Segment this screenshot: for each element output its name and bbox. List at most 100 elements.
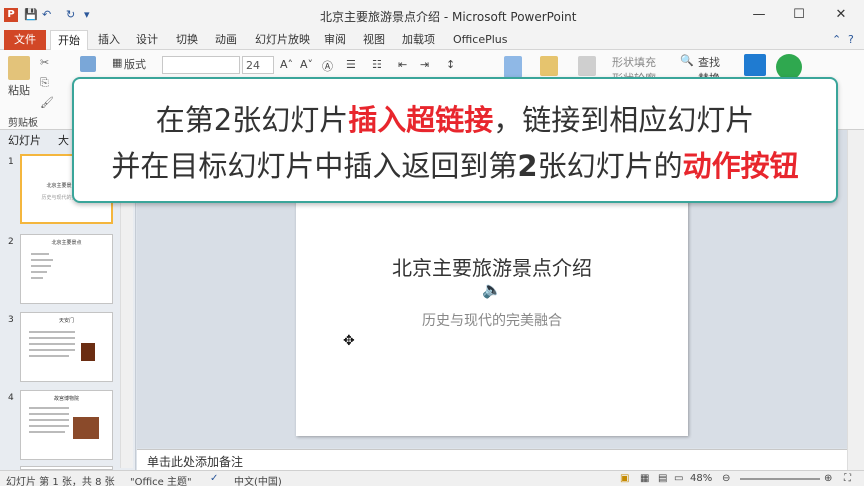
font-name-select[interactable] [162,56,240,74]
shapes-icon[interactable] [504,56,522,78]
close-button[interactable]: ✕ [832,6,850,24]
slide-thumbnail-3[interactable]: 天安门 [20,312,113,382]
thumb-text-line [29,355,69,357]
clear-format-icon[interactable]: Ⓐ [322,58,333,74]
font-size-value: 24 [246,59,260,72]
status-bar: 幻灯片 第 1 张，共 8 张 "Office 主题" ✓ 中文(中国) ▣ ▦… [0,470,864,486]
thumb-title: 北京主要景点 [51,240,82,246]
arrange-icon[interactable] [540,56,558,76]
spellcheck-icon[interactable]: ✓ [210,473,218,484]
thumb-text-line [29,419,69,421]
slide-number: 3 [8,315,14,325]
thumb-image [73,417,99,439]
layout-dropdown[interactable]: 版式 [124,56,146,72]
tab-transitions[interactable]: 切换 [176,32,198,48]
thumb-bullet-line [31,259,53,261]
callout-text: 并在目标幻灯片中插入返回到第 [111,149,518,183]
shrink-font-icon[interactable]: A˅ [300,58,313,71]
tab-addins[interactable]: 加载项 [402,32,435,48]
callout-number: 2 [517,149,538,183]
tab-insert[interactable]: 插入 [98,32,120,48]
new-slide-icon[interactable] [80,56,96,72]
zoom-in-icon[interactable]: ⊕ [824,473,832,484]
speaker-icon[interactable]: 🔈 [482,280,502,299]
layout-icon[interactable]: ▦ [112,56,122,69]
slide-thumbnail-4[interactable]: 故宫博物院 [20,390,113,460]
decrease-indent-icon[interactable]: ⇤ [398,58,407,71]
officeplus-icon[interactable] [744,54,766,76]
clipboard-group-label: 剪贴板 [8,118,38,129]
tab-file[interactable]: 文件 [4,30,46,50]
slide-sorter-icon[interactable]: ▦ [640,473,649,484]
increase-indent-icon[interactable]: ⇥ [420,58,429,71]
tab-animations[interactable]: 动画 [215,32,237,48]
thumb-text-line [29,343,75,345]
thumb-text-line [29,425,69,427]
notes-pane[interactable]: 单击此处添加备注 [137,449,847,470]
save-icon[interactable]: 💾 [24,8,38,21]
grow-font-icon[interactable]: A˄ [280,58,293,71]
zoom-level[interactable]: 48% [690,473,712,484]
thumb-bullet-line [31,277,43,279]
current-slide[interactable]: 北京主要旅游景点介绍 🔈 历史与现代的完美融合 [296,190,688,436]
slide-title[interactable]: 北京主要旅游景点介绍 [296,252,688,281]
zoom-slider[interactable] [740,478,820,480]
notes-placeholder[interactable]: 单击此处添加备注 [147,453,243,470]
slide-number: 4 [8,393,14,403]
tab-slides[interactable]: 幻灯片 [8,132,41,148]
minimize-button[interactable]: — [750,6,768,24]
find-icon[interactable]: 🔍 [680,54,694,67]
callout-line-2: 并在目标幻灯片中插入返回到第2张幻灯片的动作按钮 [74,143,836,185]
slide-number: 1 [8,157,14,167]
maximize-button[interactable]: ☐ [790,6,808,24]
font-size-select[interactable]: 24 [242,56,274,74]
callout-line-1: 在第2张幻灯片插入超链接，链接到相应幻灯片 [74,97,836,139]
title-bar: P 💾 ↶ ↻ ▾ 北京主要旅游景点介绍 - Microsoft PowerPo… [0,0,864,30]
normal-view-icon[interactable]: ▣ [620,473,629,484]
callout-text: 张幻灯片的 [537,149,683,183]
powerpoint-app-icon[interactable]: P [4,8,18,22]
tab-design[interactable]: 设计 [136,32,158,48]
line-spacing-icon[interactable]: ↕ [446,58,455,71]
callout-text: 在第2张幻灯片 [155,103,349,137]
tab-home[interactable]: 开始 [50,30,88,51]
language-indicator[interactable]: 中文(中国) [234,473,282,486]
tab-outline[interactable]: 大 [58,132,69,148]
reading-view-icon[interactable]: ▤ [658,473,667,484]
shape-fill-button[interactable]: 形状填充 [612,54,656,70]
paste-icon[interactable] [8,56,30,80]
cut-icon[interactable]: ✂ [40,56,49,69]
mouse-cursor-icon: ✥ [343,333,355,349]
thumb-bullet-line [31,271,47,273]
tab-review[interactable]: 审阅 [324,32,346,48]
paste-label[interactable]: 粘贴 [8,82,30,98]
canvas-scrollbar[interactable] [847,130,864,470]
find-button[interactable]: 查找 [698,54,720,70]
quick-styles-icon[interactable] [578,56,596,76]
undo-icon[interactable]: ↶ [42,8,51,21]
tab-slideshow[interactable]: 幻灯片放映 [255,32,310,48]
callout-text: ，链接到相应幻灯片 [493,103,755,137]
fit-to-window-icon[interactable]: ⛶ [844,473,851,484]
slide-counter: 幻灯片 第 1 张，共 8 张 [6,477,115,486]
zoom-out-icon[interactable]: ⊖ [722,473,730,484]
format-painter-icon[interactable]: 🖌 [40,96,54,109]
customize-toolbar-icon[interactable]: ▾ [84,8,90,21]
redo-icon[interactable]: ↻ [66,8,75,21]
slide-subtitle[interactable]: 历史与现代的完美融合 [296,310,688,330]
thumb-title: 故宫博物院 [53,396,79,402]
callout-highlight: 插入超链接 [348,103,494,137]
thumb-text-line [29,337,75,339]
thumb-text-line [29,413,69,415]
tab-officeplus[interactable]: OfficePlus [453,32,508,48]
slideshow-view-icon[interactable]: ▭ [674,473,683,484]
copy-icon[interactable]: ⎘ [40,76,49,90]
tab-view[interactable]: 视图 [363,32,385,48]
help-icon[interactable]: ? [848,32,854,48]
slide-thumbnail-2[interactable]: 北京主要景点 [20,234,113,304]
ribbon-minimize-icon[interactable]: ⌃ [832,32,841,48]
thumb-text-line [29,349,75,351]
numbering-icon[interactable]: ☷ [372,58,382,71]
bullets-icon[interactable]: ☰ [346,58,356,71]
theme-name[interactable]: "Office 主题" [130,473,192,486]
